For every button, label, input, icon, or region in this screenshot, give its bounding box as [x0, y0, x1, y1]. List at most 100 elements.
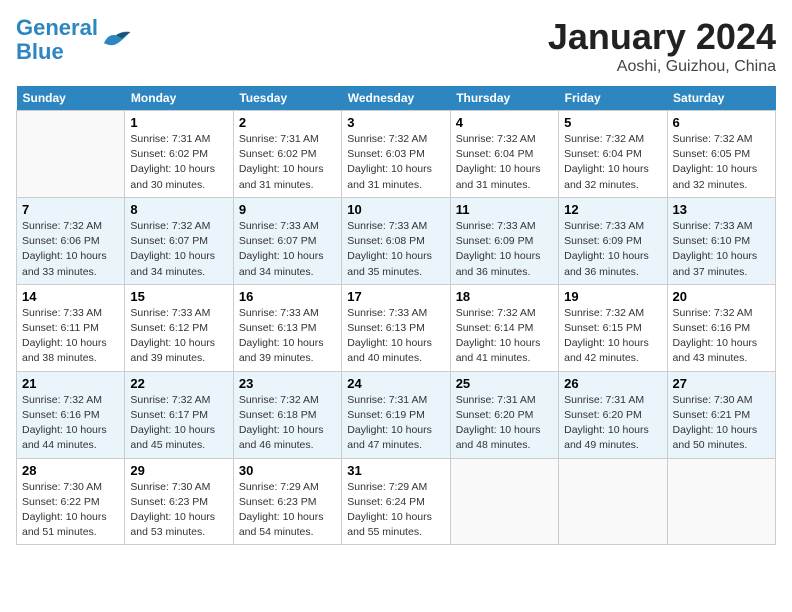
- calendar-week-4: 21Sunrise: 7:32 AMSunset: 6:16 PMDayligh…: [17, 371, 776, 458]
- calendar-cell: 20 Sunrise: 7:32 AMSunset: 6:16 PMDayligh…: [667, 284, 775, 371]
- day-info: Sunrise: 7:32 AMSunset: 6:15 PMDaylight:…: [564, 306, 661, 367]
- daylight-label: Daylight: 10 hours and 38 minutes.: [22, 337, 107, 364]
- sunset-label: Sunset: 6:23 PM: [239, 496, 317, 508]
- daylight-label: Daylight: 10 hours and 34 minutes.: [239, 250, 324, 277]
- day-number: 3: [347, 115, 444, 130]
- col-tuesday: Tuesday: [233, 86, 341, 111]
- sunset-label: Sunset: 6:16 PM: [22, 409, 100, 421]
- daylight-label: Daylight: 10 hours and 30 minutes.: [130, 163, 215, 190]
- col-wednesday: Wednesday: [342, 86, 450, 111]
- daylight-label: Daylight: 10 hours and 50 minutes.: [673, 424, 758, 451]
- sunset-label: Sunset: 6:02 PM: [130, 148, 208, 160]
- sunrise-label: Sunrise: 7:32 AM: [130, 220, 210, 232]
- calendar-cell: 16Sunrise: 7:33 AMSunset: 6:13 PMDayligh…: [233, 284, 341, 371]
- daylight-label: Daylight: 10 hours and 44 minutes.: [22, 424, 107, 451]
- day-number: 2: [239, 115, 336, 130]
- day-number: 9: [239, 202, 336, 217]
- calendar-cell: 3Sunrise: 7:32 AMSunset: 6:03 PMDaylight…: [342, 111, 450, 198]
- day-number: 11: [456, 202, 553, 217]
- day-number: 27: [673, 376, 770, 391]
- daylight-label: Daylight: 10 hours and 43 minutes.: [673, 337, 758, 364]
- day-number: 4: [456, 115, 553, 130]
- calendar-cell: [450, 458, 558, 545]
- day-info: Sunrise: 7:33 AMSunset: 6:11 PMDaylight:…: [22, 306, 119, 367]
- sunset-label: Sunset: 6:05 PM: [673, 148, 751, 160]
- sunrise-label: Sunrise: 7:33 AM: [347, 307, 427, 319]
- calendar-week-3: 14 Sunrise: 7:33 AMSunset: 6:11 PMDayligh…: [17, 284, 776, 371]
- sunset-label: Sunset: 6:22 PM: [22, 496, 100, 508]
- sunrise-label: Sunrise: 7:33 AM: [564, 220, 644, 232]
- sunrise-label: Sunrise: 7:33 AM: [347, 220, 427, 232]
- daylight-label: Daylight: 10 hours and 42 minutes.: [564, 337, 649, 364]
- calendar-cell: 23Sunrise: 7:32 AMSunset: 6:18 PMDayligh…: [233, 371, 341, 458]
- day-number: 30: [239, 463, 336, 478]
- day-info: Sunrise: 7:30 AMSunset: 6:23 PMDaylight:…: [130, 480, 227, 541]
- calendar-cell: 5Sunrise: 7:32 AMSunset: 6:04 PMDaylight…: [559, 111, 667, 198]
- day-number: 10: [347, 202, 444, 217]
- day-info: Sunrise: 7:32 AMSunset: 6:18 PMDaylight:…: [239, 393, 336, 454]
- sunrise-label: Sunrise: 7:33 AM: [130, 307, 210, 319]
- sunrise-label: Sunrise: 7:33 AM: [239, 220, 319, 232]
- day-number: 7: [22, 202, 119, 217]
- day-number: 14: [22, 289, 119, 304]
- sunset-label: Sunset: 6:19 PM: [347, 409, 425, 421]
- day-number: 20: [673, 289, 770, 304]
- daylight-label: Daylight: 10 hours and 47 minutes.: [347, 424, 432, 451]
- daylight-label: Daylight: 10 hours and 55 minutes.: [347, 511, 432, 538]
- sunset-label: Sunset: 6:10 PM: [673, 235, 751, 247]
- daylight-label: Daylight: 10 hours and 34 minutes.: [130, 250, 215, 277]
- sunrise-label: Sunrise: 7:31 AM: [347, 394, 427, 406]
- calendar-cell: [17, 111, 125, 198]
- calendar-cell: 8Sunrise: 7:32 AMSunset: 6:07 PMDaylight…: [125, 197, 233, 284]
- sunset-label: Sunset: 6:02 PM: [239, 148, 317, 160]
- day-number: 24: [347, 376, 444, 391]
- day-info: Sunrise: 7:33 AMSunset: 6:08 PMDaylight:…: [347, 219, 444, 280]
- sunrise-label: Sunrise: 7:30 AM: [130, 481, 210, 493]
- day-info: Sunrise: 7:31 AMSunset: 6:02 PMDaylight:…: [130, 132, 227, 193]
- daylight-label: Daylight: 10 hours and 39 minutes.: [130, 337, 215, 364]
- calendar-cell: 29 Sunrise: 7:30 AMSunset: 6:23 PMDayligh…: [125, 458, 233, 545]
- calendar-cell: 13Sunrise: 7:33 AMSunset: 6:10 PMDayligh…: [667, 197, 775, 284]
- calendar-cell: 27Sunrise: 7:30 AMSunset: 6:21 PMDayligh…: [667, 371, 775, 458]
- logo: General Blue: [16, 16, 132, 64]
- day-number: 13: [673, 202, 770, 217]
- day-number: 29: [130, 463, 227, 478]
- daylight-label: Daylight: 10 hours and 49 minutes.: [564, 424, 649, 451]
- day-number: 6: [673, 115, 770, 130]
- sunset-label: Sunset: 6:13 PM: [239, 322, 317, 334]
- calendar-cell: 4Sunrise: 7:32 AMSunset: 6:04 PMDaylight…: [450, 111, 558, 198]
- day-info: Sunrise: 7:32 AMSunset: 6:06 PMDaylight:…: [22, 219, 119, 280]
- day-number: 22: [130, 376, 227, 391]
- sunset-label: Sunset: 6:17 PM: [130, 409, 208, 421]
- day-info: Sunrise: 7:33 AM Sunset: 6:12 PM Daylight:…: [130, 306, 227, 367]
- calendar-cell: 31Sunrise: 7:29 AMSunset: 6:24 PMDayligh…: [342, 458, 450, 545]
- daylight-label: Daylight: 10 hours and 41 minutes.: [456, 337, 541, 364]
- location-title: Aoshi, Guizhou, China: [548, 58, 776, 76]
- day-info: Sunrise: 7:31 AMSunset: 6:20 PMDaylight:…: [456, 393, 553, 454]
- sunset-label: Sunset: 6:21 PM: [673, 409, 751, 421]
- day-info: Sunrise: 7:32 AMSunset: 6:16 PMDaylight:…: [673, 306, 770, 367]
- calendar-week-5: 28Sunrise: 7:30 AMSunset: 6:22 PMDayligh…: [17, 458, 776, 545]
- daylight-label: Daylight: 10 hours and 48 minutes.: [456, 424, 541, 451]
- title-area: January 2024 Aoshi, Guizhou, China: [548, 16, 776, 76]
- calendar-cell: 1 Sunrise: 7:31 AMSunset: 6:02 PMDaylight…: [125, 111, 233, 198]
- daylight-label: Daylight: 10 hours and 31 minutes.: [456, 163, 541, 190]
- logo-text: General Blue: [16, 16, 98, 64]
- calendar-cell: 17Sunrise: 7:33 AMSunset: 6:13 PMDayligh…: [342, 284, 450, 371]
- sunset-label: Sunset: 6:12 PM: [130, 322, 208, 334]
- day-info: Sunrise: 7:33 AMSunset: 6:10 PMDaylight:…: [673, 219, 770, 280]
- day-number: 1: [130, 115, 227, 130]
- sunset-label: Sunset: 6:08 PM: [347, 235, 425, 247]
- calendar-cell: 22Sunrise: 7:32 AMSunset: 6:17 PMDayligh…: [125, 371, 233, 458]
- daylight-label: Daylight: 10 hours and 31 minutes.: [239, 163, 324, 190]
- daylight-label: Daylight: 10 hours and 46 minutes.: [239, 424, 324, 451]
- day-number: 21: [22, 376, 119, 391]
- sunrise-label: Sunrise: 7:31 AM: [239, 133, 319, 145]
- sunrise-label: Sunrise: 7:33 AM: [673, 220, 753, 232]
- sunrise-label: Sunrise: 7:33 AM: [456, 220, 536, 232]
- calendar-cell: [667, 458, 775, 545]
- calendar-cell: 2 Sunrise: 7:31 AM Sunset: 6:02 PM Daylight…: [233, 111, 341, 198]
- day-info: Sunrise: 7:31 AMSunset: 6:20 PMDaylight:…: [564, 393, 661, 454]
- sunrise-label: Sunrise: 7:32 AM: [456, 307, 536, 319]
- daylight-label: Daylight: 10 hours and 32 minutes.: [673, 163, 758, 190]
